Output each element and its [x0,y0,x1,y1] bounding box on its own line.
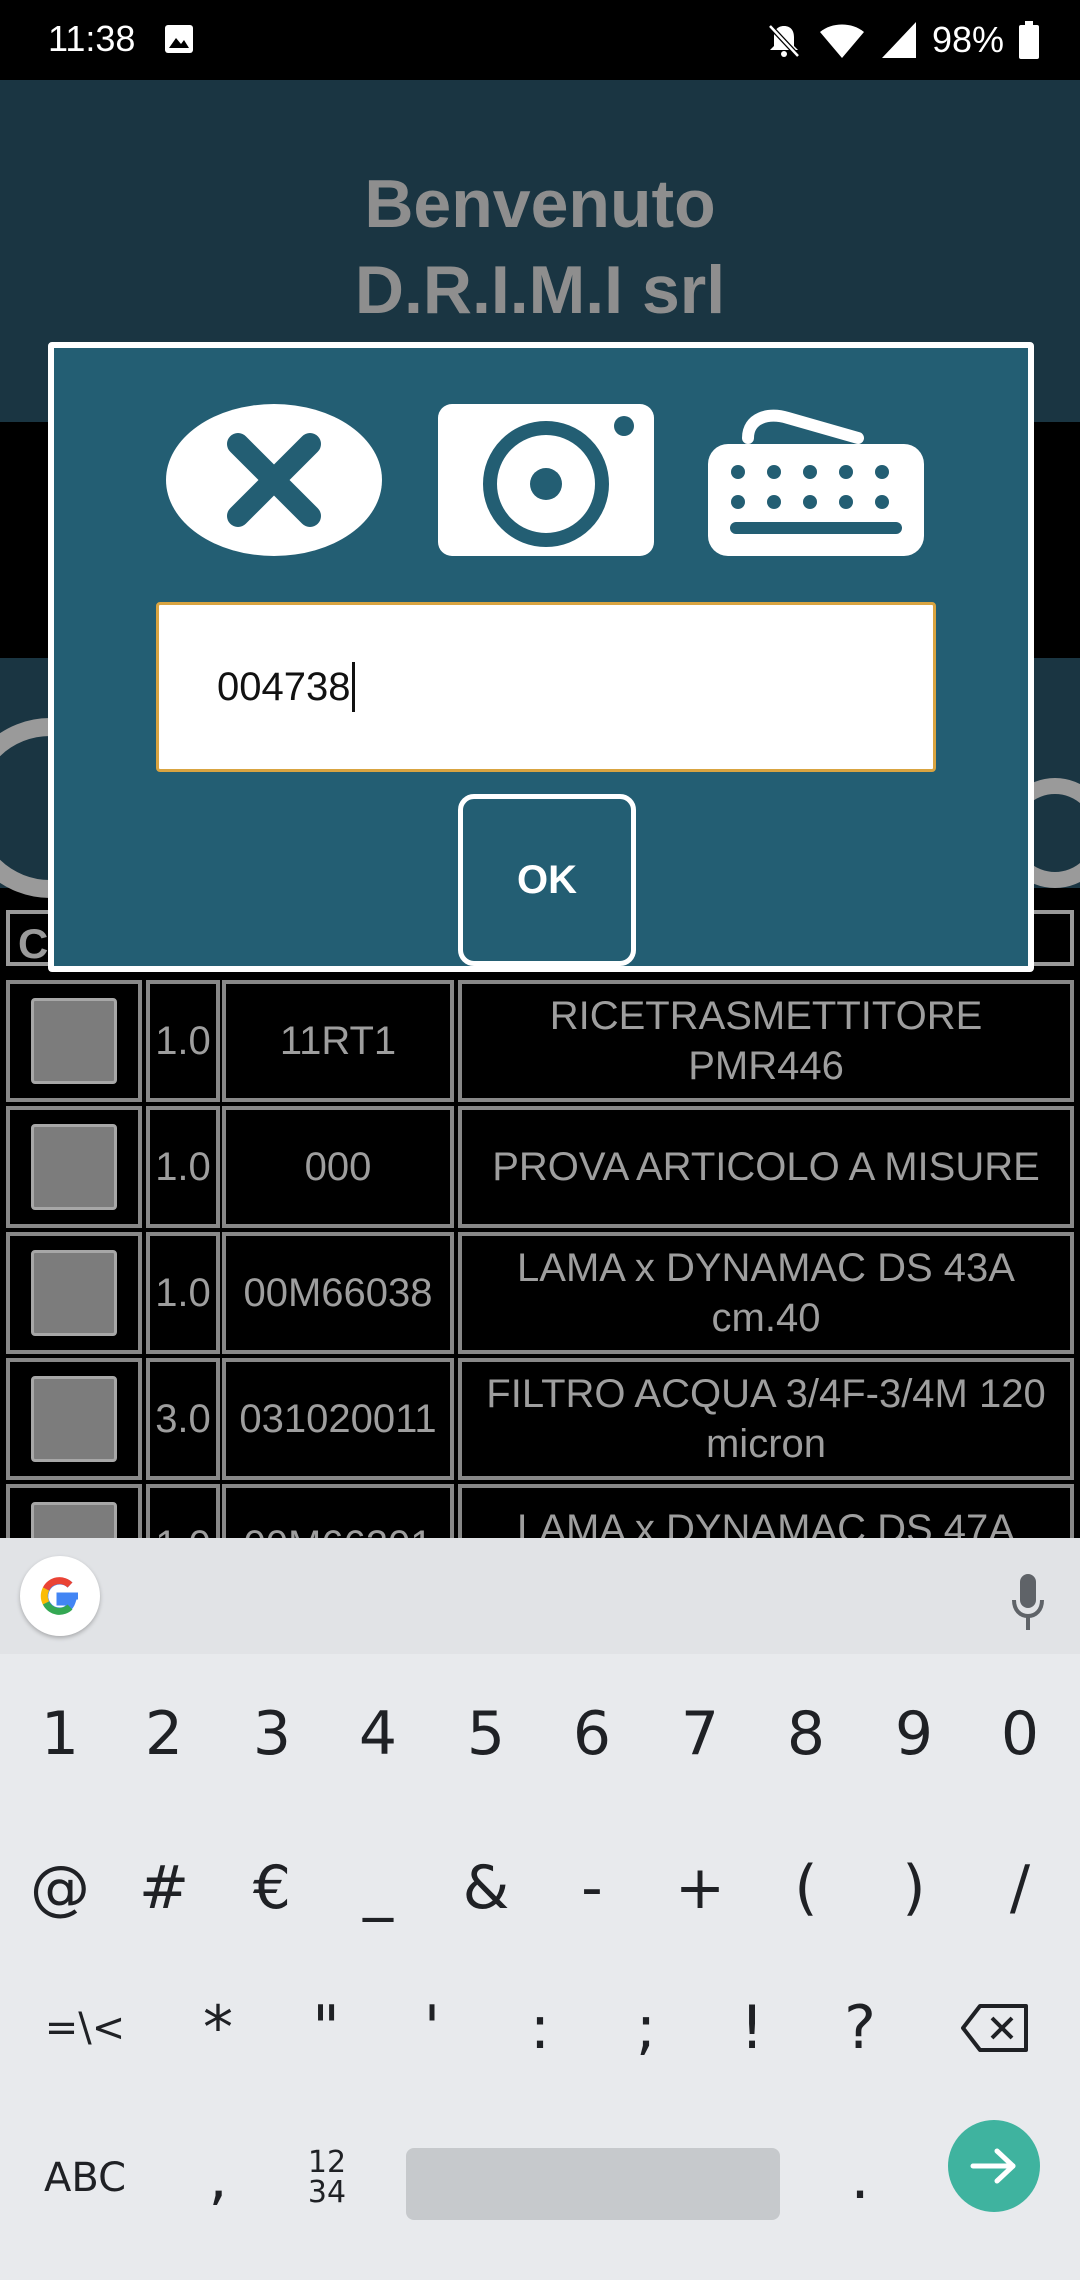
key-minus[interactable]: - [540,1828,644,1948]
row-code: 00M66038 [222,1232,454,1354]
row-qty: 1.0 [146,1106,220,1228]
barcode-input-value: 004738 [217,664,351,709]
suggestion-strip [0,1538,1080,1654]
google-icon [40,1577,78,1615]
key-euro[interactable]: € [220,1828,324,1948]
key-1[interactable]: 1 [8,1674,112,1794]
key-2[interactable]: 2 [112,1674,216,1794]
table-row[interactable]: 1.0 00M66038 LAMA x DYNAMAC DS 43A cm.40 [0,1232,1080,1354]
row-checkbox[interactable] [31,1376,117,1462]
key-period[interactable]: . [808,2118,912,2238]
key-plus[interactable]: + [648,1828,752,1948]
key-colon[interactable]: : [488,1968,592,2088]
row-checkbox[interactable] [31,1124,117,1210]
numpad-bottom-label: 34 [307,2175,347,2210]
keyboard-icon [708,409,924,556]
row-checkbox-cell[interactable] [6,1106,142,1228]
table-row[interactable]: 1.0 000 PROVA ARTICOLO A MISURE [0,1106,1080,1228]
cancel-button[interactable] [166,404,382,556]
backspace-key[interactable] [940,1968,1050,2088]
wifi-icon [819,24,864,58]
camera-button[interactable] [438,404,654,556]
key-question[interactable]: ? [808,1968,912,2088]
company-name: D.R.I.M.I srl [354,252,726,328]
keyboard-row-bottom: ABC , 12 34 . [0,2118,1080,2238]
image-icon [165,25,193,53]
key-underscore[interactable]: _ [326,1828,430,1948]
key-4[interactable]: 4 [326,1674,430,1794]
key-6[interactable]: 6 [540,1674,644,1794]
close-icon [227,433,321,527]
battery-percent: 98% [931,19,1004,60]
key-8[interactable]: 8 [754,1674,858,1794]
key-more-symbols[interactable]: =\< [20,1968,150,2088]
keyboard-row-symbols: @ # € _ & - + ( ) / [0,1828,1080,1948]
key-0[interactable]: 0 [968,1674,1072,1794]
key-double-quote[interactable]: " [274,1968,378,2088]
row-qty: 3.0 [146,1358,220,1480]
barcode-input-dialog: 004738 OK [48,342,1034,972]
row-qty: 1.0 [146,980,220,1102]
key-ampersand[interactable]: & [434,1828,538,1948]
row-description: RICETRASMETTITORE PMR446 [458,980,1074,1102]
signal-icon [881,22,916,58]
key-numpad[interactable]: 12 34 [272,2118,382,2238]
keyboard-row-more-symbols: =\< * " ' : ; ! ? [0,1968,1080,2088]
key-exclamation[interactable]: ! [700,1968,804,2088]
table-row[interactable]: 1.0 11RT1 RICETRASMETTITORE PMR446 [0,980,1080,1102]
mic-icon[interactable] [1010,1572,1046,1632]
row-qty: 1.0 [146,1232,220,1354]
mute-icon [768,24,800,58]
key-asterisk[interactable]: * [166,1968,270,2088]
enter-key[interactable] [948,2120,1040,2212]
row-code: 031020011 [222,1358,454,1480]
key-comma[interactable]: , [166,2118,270,2238]
status-bar: 11:38 98% [0,0,1080,80]
key-at[interactable]: @ [8,1828,112,1948]
key-7[interactable]: 7 [648,1674,752,1794]
row-checkbox-cell[interactable] [6,980,142,1102]
row-description: PROVA ARTICOLO A MISURE [458,1106,1074,1228]
row-checkbox-cell[interactable] [6,1358,142,1480]
status-time: 11:38 [48,18,136,59]
keyboard-button[interactable] [708,404,924,556]
row-code: 11RT1 [222,980,454,1102]
backspace-icon [961,2004,1028,2052]
row-description: LAMA x DYNAMAC DS 43A cm.40 [458,1232,1074,1354]
battery-icon [1019,21,1039,59]
key-semicolon[interactable]: ; [594,1968,698,2088]
text-caret [352,662,356,712]
key-9[interactable]: 9 [862,1674,966,1794]
welcome-title: Benvenuto [364,166,716,242]
key-slash[interactable]: / [968,1828,1072,1948]
barcode-input[interactable]: 004738 [156,602,936,772]
key-abc[interactable]: ABC [20,2118,150,2238]
soft-keyboard: 1 2 3 4 5 6 7 8 9 0 @ # € _ & - + ( ) / … [0,1538,1080,2280]
key-open-paren[interactable]: ( [754,1828,858,1948]
table-row[interactable]: 3.0 031020011 FILTRO ACQUA 3/4F-3/4M 120… [0,1358,1080,1480]
space-bar[interactable] [406,2148,780,2220]
key-close-paren[interactable]: ) [862,1828,966,1948]
key-5[interactable]: 5 [434,1674,538,1794]
google-button[interactable] [20,1556,100,1636]
row-checkbox-cell[interactable] [6,1232,142,1354]
key-3[interactable]: 3 [220,1674,324,1794]
key-single-quote[interactable]: ' [380,1968,484,2088]
numpad-top-label: 12 [307,2145,347,2180]
ok-button[interactable]: OK [458,794,636,966]
camera-icon [483,416,634,547]
keyboard-row-digits: 1 2 3 4 5 6 7 8 9 0 [0,1674,1080,1794]
key-hash[interactable]: # [112,1828,216,1948]
row-code: 000 [222,1106,454,1228]
row-checkbox[interactable] [31,998,117,1084]
arrow-right-icon [970,2148,1016,2184]
row-checkbox[interactable] [31,1250,117,1336]
row-description: FILTRO ACQUA 3/4F-3/4M 120 micron [458,1358,1074,1480]
